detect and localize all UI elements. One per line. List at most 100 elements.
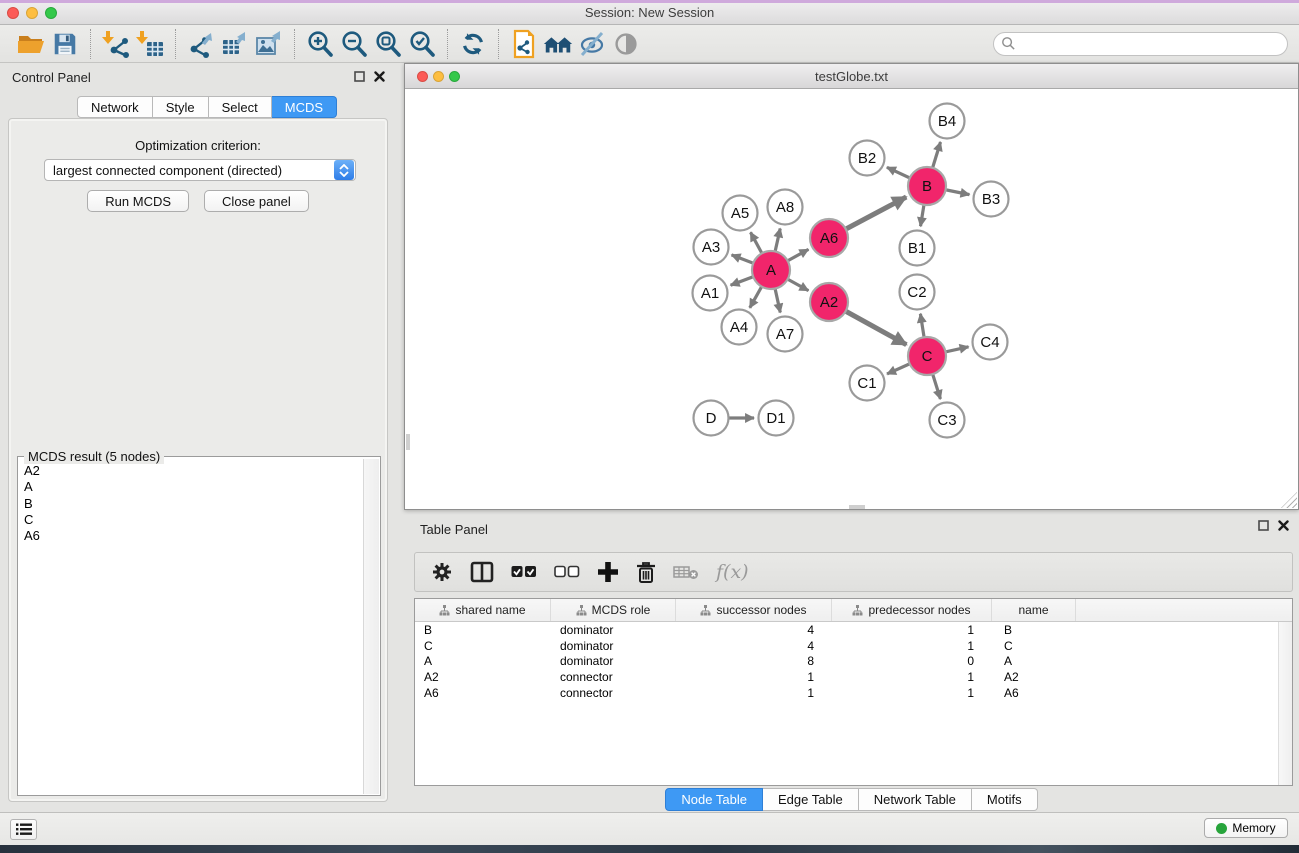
column-header-predecessor-nodes[interactable]: predecessor nodes bbox=[832, 599, 992, 621]
network-window-titlebar: testGlobe.txt bbox=[405, 64, 1298, 89]
toolbar-separator bbox=[175, 29, 176, 59]
column-header-name[interactable]: name bbox=[992, 599, 1076, 621]
delete-table-button[interactable] bbox=[673, 560, 699, 584]
main-toolbar bbox=[0, 25, 1299, 63]
attribute-type-icon bbox=[852, 605, 863, 616]
tab-edge-table[interactable]: Edge Table bbox=[763, 788, 859, 811]
node-label-C2: C2 bbox=[907, 284, 926, 301]
float-panel-icon[interactable] bbox=[354, 71, 365, 82]
search-input[interactable] bbox=[1016, 35, 1287, 53]
network-from-selection-icon bbox=[509, 29, 539, 59]
close-panel-icon[interactable] bbox=[374, 71, 385, 82]
deselect-all-button[interactable] bbox=[554, 560, 580, 584]
table-row[interactable]: A6connector11A6 bbox=[415, 685, 1278, 701]
zoom-out-button[interactable] bbox=[337, 28, 371, 60]
node-label-B3: B3 bbox=[982, 191, 1000, 208]
node-label-A5: A5 bbox=[731, 205, 749, 222]
mcds-result-item[interactable]: B bbox=[24, 496, 363, 512]
hide-selected-button[interactable] bbox=[575, 28, 609, 60]
save-session-button[interactable] bbox=[48, 28, 82, 60]
node-label-A8: A8 bbox=[776, 199, 794, 216]
hide-selected-icon bbox=[577, 29, 607, 59]
zoom-fit-icon bbox=[373, 29, 403, 59]
close-panel-icon[interactable] bbox=[1278, 520, 1289, 531]
memory-button[interactable]: Memory bbox=[1204, 818, 1288, 838]
column-header-successor-nodes[interactable]: successor nodes bbox=[676, 599, 832, 621]
table-cell: connector bbox=[551, 670, 676, 684]
table-settings-button[interactable] bbox=[431, 560, 453, 584]
attribute-type-icon bbox=[576, 605, 587, 616]
export-network-button[interactable] bbox=[184, 28, 218, 60]
mcds-result-box: MCDS result (5 nodes) A2ABCA6 bbox=[17, 456, 381, 796]
export-image-button[interactable] bbox=[252, 28, 286, 60]
import-network-button[interactable] bbox=[99, 28, 133, 60]
tab-style[interactable]: Style bbox=[153, 96, 209, 118]
import-table-icon bbox=[135, 29, 165, 59]
add-column-button[interactable] bbox=[597, 560, 619, 584]
splitter-grip-icon[interactable] bbox=[406, 434, 410, 450]
column-label: MCDS role bbox=[592, 603, 651, 617]
table-row[interactable]: Cdominator41C bbox=[415, 638, 1278, 654]
task-history-button[interactable] bbox=[10, 819, 37, 840]
table-row[interactable]: A2connector11A2 bbox=[415, 669, 1278, 685]
tab-motifs[interactable]: Motifs bbox=[972, 788, 1038, 811]
mcds-result-item[interactable]: C bbox=[24, 512, 363, 528]
toggle-column-button[interactable] bbox=[470, 560, 494, 584]
node-label-A7: A7 bbox=[776, 326, 794, 343]
table-row[interactable]: Adominator80A bbox=[415, 654, 1278, 670]
import-table-button[interactable] bbox=[133, 28, 167, 60]
select-all-button[interactable] bbox=[511, 560, 537, 584]
close-panel-button[interactable]: Close panel bbox=[204, 190, 309, 212]
table-cell: dominator bbox=[551, 623, 676, 637]
mcds-result-item[interactable]: A6 bbox=[24, 528, 363, 544]
network-from-selection-button[interactable] bbox=[507, 28, 541, 60]
table-row[interactable]: Bdominator41B bbox=[415, 622, 1278, 638]
splitter-grip-icon[interactable] bbox=[849, 505, 865, 509]
function-builder-button[interactable]: f(x) bbox=[716, 560, 749, 584]
desktop-background bbox=[0, 845, 1299, 853]
graphics-details-button[interactable] bbox=[609, 28, 643, 60]
tab-node-table[interactable]: Node Table bbox=[665, 788, 763, 811]
export-table-button[interactable] bbox=[218, 28, 252, 60]
mcds-result-item[interactable]: A bbox=[24, 479, 363, 495]
optimization-criterion-dropdown[interactable]: largest connected component (directed) bbox=[44, 159, 356, 181]
column-header-filler bbox=[1076, 599, 1292, 621]
delete-column-button[interactable] bbox=[636, 560, 656, 584]
column-header-mcds-role[interactable]: MCDS role bbox=[551, 599, 676, 621]
open-session-button[interactable] bbox=[14, 28, 48, 60]
first-neighbors-button[interactable] bbox=[541, 28, 575, 60]
node-label-A: A bbox=[766, 262, 776, 279]
tab-select[interactable]: Select bbox=[209, 96, 272, 118]
table-cell: A bbox=[992, 654, 1076, 668]
table-cell: A bbox=[415, 654, 551, 668]
network-canvas[interactable]: B4B2BB3A5A8A6B1A3AA1C2A2A4A7C4CC1DD1C3 bbox=[406, 89, 1298, 509]
table-cell: 1 bbox=[832, 686, 992, 700]
mcds-result-item[interactable]: A2 bbox=[24, 463, 363, 479]
float-panel-icon[interactable] bbox=[1258, 520, 1269, 531]
toolbar-separator bbox=[294, 29, 295, 59]
run-mcds-button[interactable]: Run MCDS bbox=[87, 190, 189, 212]
zoom-in-button[interactable] bbox=[303, 28, 337, 60]
zoom-selected-button[interactable] bbox=[405, 28, 439, 60]
export-network-icon bbox=[186, 29, 216, 59]
search-field[interactable] bbox=[993, 32, 1288, 56]
table-scrollbar[interactable] bbox=[1278, 622, 1292, 785]
tab-mcds[interactable]: MCDS bbox=[272, 96, 337, 118]
mcds-result-scrollbar[interactable] bbox=[363, 459, 379, 794]
column-header-shared-name[interactable]: shared name bbox=[415, 599, 551, 621]
tab-network[interactable]: Network bbox=[77, 96, 153, 118]
table-cell: A2 bbox=[992, 670, 1076, 684]
table-cell: B bbox=[992, 623, 1076, 637]
zoom-in-icon bbox=[305, 29, 335, 59]
refresh-layout-button[interactable] bbox=[456, 28, 490, 60]
tab-network-table[interactable]: Network Table bbox=[859, 788, 972, 811]
first-neighbors-icon bbox=[542, 29, 574, 59]
mcds-result-list[interactable]: A2ABCA6 bbox=[19, 459, 363, 794]
zoom-fit-button[interactable] bbox=[371, 28, 405, 60]
node-label-B2: B2 bbox=[858, 150, 876, 167]
table-cell: 1 bbox=[832, 639, 992, 653]
table-cell: A2 bbox=[415, 670, 551, 684]
table-cell: C bbox=[992, 639, 1076, 653]
node-table: shared name MCDS role successor nodes pr… bbox=[414, 598, 1293, 786]
table-cell: A6 bbox=[415, 686, 551, 700]
